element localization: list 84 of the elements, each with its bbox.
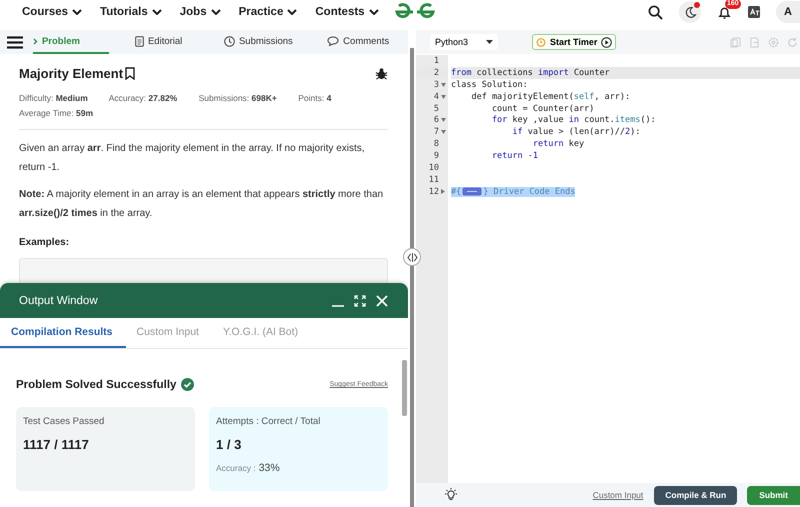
chevron-down-icon [368, 9, 379, 15]
problem-tab[interactable]: Editorial [108, 30, 209, 54]
line-number: 3 [434, 80, 439, 90]
lightbulb-icon[interactable] [444, 488, 458, 502]
problem-stat: Points: 4 [298, 93, 332, 103]
translate-icon[interactable] [748, 6, 760, 18]
nav-menu-item[interactable]: Contests [315, 6, 379, 18]
line-number: 7 [434, 127, 439, 138]
fold-arrow-icon[interactable] [441, 189, 445, 194]
problem-tab[interactable]: Problem [32, 30, 109, 54]
alarm-clock-icon [536, 37, 546, 47]
fold-arrow-icon[interactable] [441, 82, 446, 87]
code-line: return key [532, 139, 584, 150]
custom-input-link[interactable]: Custom Input [592, 490, 644, 500]
card-label: Test Cases Passed [23, 416, 104, 427]
code-line: if value > (len(arr)//2): [511, 127, 640, 138]
line-number: 6 [434, 115, 439, 126]
nav-menu-item[interactable]: Tutorials [100, 6, 162, 18]
nav-menu-item[interactable]: Courses [22, 6, 82, 18]
speech-bubble-icon [327, 36, 340, 46]
avatar[interactable]: A [776, 1, 800, 23]
scrollbar[interactable] [402, 360, 407, 416]
line-number: 11 [428, 174, 439, 185]
card-label: Attempts : Correct / Total [216, 416, 320, 427]
moon-icon[interactable] [679, 1, 701, 23]
problem-stat: Accuracy: 27.82% [108, 93, 178, 103]
language-dropdown[interactable]: Python3 [430, 34, 498, 50]
problem-text: Given an array arr. Find the majority element in the array. If no majority exists, return -1. [19, 142, 366, 174]
chevron-right-icon [32, 38, 38, 44]
card-value: 1117 / 1117 [23, 437, 89, 452]
chevron-down-icon [152, 9, 162, 15]
code-line: count = Counter(arr) [490, 104, 594, 114]
line-number: 2 [434, 68, 439, 78]
expand-icon[interactable] [354, 294, 366, 306]
bell-icon[interactable] [717, 4, 732, 20]
code-line: from collections import Counter [451, 68, 610, 78]
clock-icon [224, 36, 235, 46]
play-icon [601, 36, 612, 48]
accuracy-label: Accuracy : [216, 463, 256, 473]
problem-stat: Difficulty: Medium [19, 93, 88, 103]
line-number: 4 [434, 92, 439, 102]
problem-title: Majority Element [19, 66, 124, 81]
fold-arrow-icon[interactable] [441, 130, 446, 134]
code-line: class Solution: [451, 80, 528, 90]
result-status: Problem Solved Successfully [16, 378, 176, 390]
fold-arrow-icon[interactable] [441, 118, 446, 122]
caret-icon [486, 40, 493, 44]
line-number: 5 [434, 104, 439, 114]
bug-icon[interactable] [375, 67, 388, 80]
folded-code-icon[interactable] [462, 187, 482, 196]
card-value: 1 / 3 [216, 437, 242, 452]
examples-heading: Examples: [19, 237, 70, 248]
search-icon[interactable] [648, 4, 663, 20]
code-line: for key ,value in count.items(): [490, 115, 656, 126]
document-icon [134, 36, 144, 46]
fold-arrow-icon[interactable] [441, 94, 446, 99]
problem-stat: Average Time: 59m [19, 108, 94, 118]
problem-tab[interactable]: Submissions [208, 30, 308, 54]
line-number: 9 [434, 151, 439, 162]
line-number: 8 [434, 139, 439, 150]
accuracy-value: 33% [258, 462, 280, 474]
submit-button[interactable]: Submit [747, 486, 800, 504]
nav-menu-item[interactable]: Jobs [180, 6, 221, 18]
line-number: 12 [428, 186, 439, 197]
problem-stat: Submissions: 698K+ [198, 93, 277, 103]
output-tab[interactable]: Compilation Results [0, 318, 126, 348]
problem-tab[interactable]: Comments [308, 30, 408, 54]
chevron-down-icon [287, 9, 298, 15]
line-number: 10 [428, 162, 439, 173]
resize-handle[interactable] [403, 248, 421, 266]
check-circle-icon [181, 378, 194, 391]
nav-menu-item[interactable]: Practice [238, 6, 298, 18]
start-timer-button[interactable]: Start Timer [532, 34, 616, 50]
chevron-down-icon [210, 9, 221, 15]
compile-run-button[interactable]: Compile & Run [654, 486, 738, 504]
line-number: 1 [434, 56, 439, 66]
code-line: def majorityElement(self, arr): [470, 92, 630, 102]
problem-text: Note: A majority element in an array is an element that appears strictly more than arr.size()/2 times in the array. [19, 188, 384, 220]
output-window-title: Output Window [19, 294, 98, 306]
code-line: return -1 [490, 151, 538, 162]
bookmark-icon[interactable] [125, 67, 136, 80]
chevron-down-icon [72, 9, 82, 15]
close-icon[interactable] [376, 294, 388, 306]
menu-icon[interactable] [7, 36, 23, 48]
